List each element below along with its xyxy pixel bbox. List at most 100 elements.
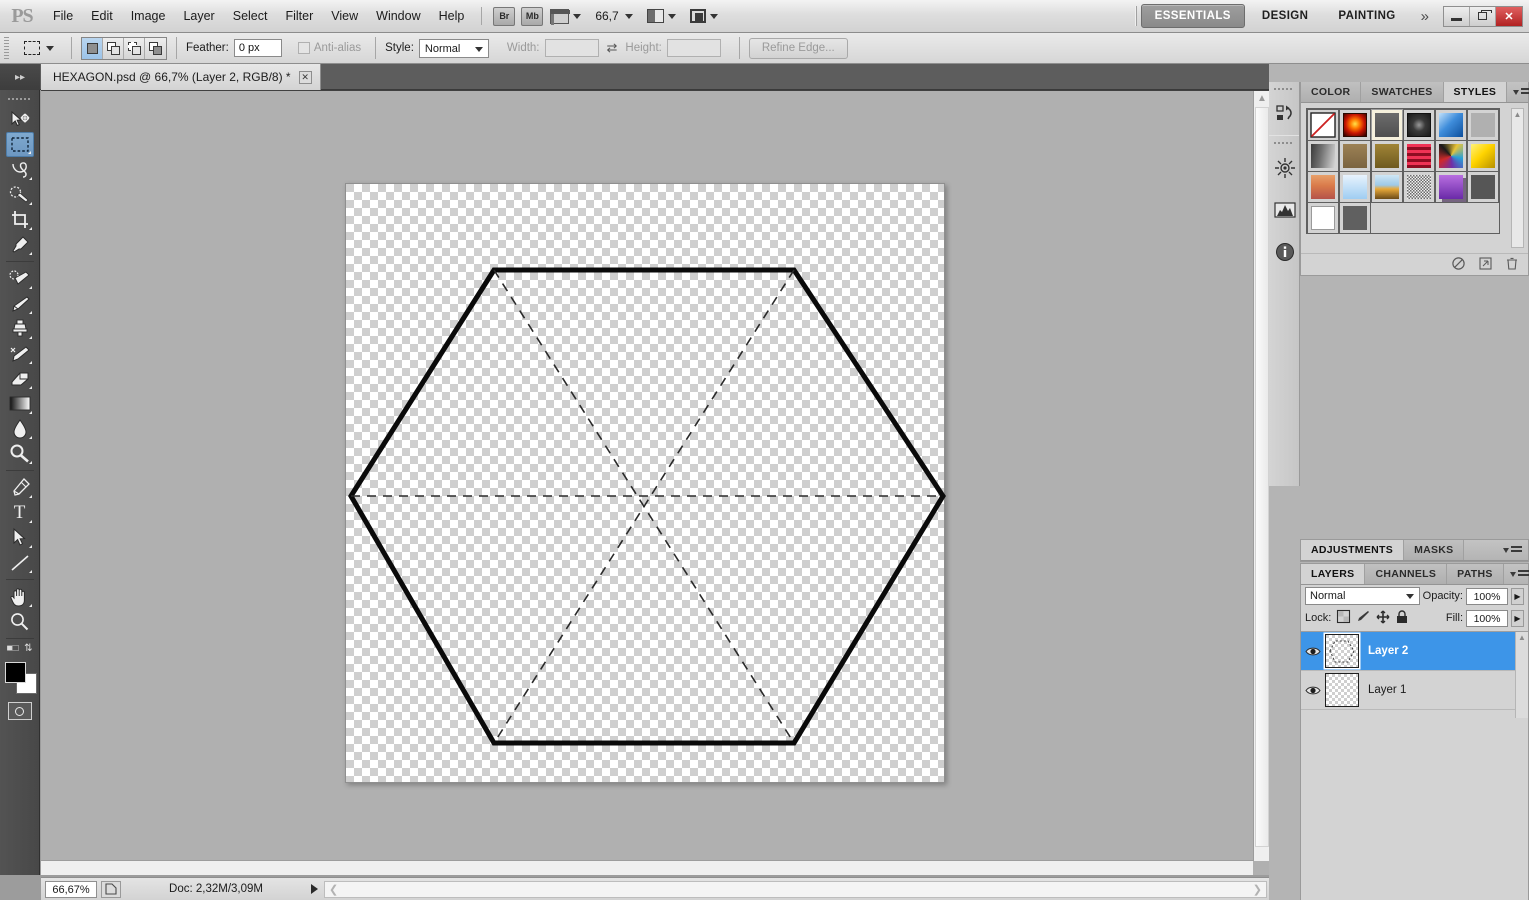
eraser-tool[interactable] <box>6 366 34 391</box>
minimize-button[interactable] <box>1444 7 1470 26</box>
quick-mask-mode-button[interactable] <box>8 702 32 720</box>
opacity-stepper[interactable]: ▶ <box>1511 588 1524 605</box>
document-viewport[interactable] <box>41 91 1253 861</box>
document-tab[interactable]: HEXAGON.psd @ 66,7% (Layer 2, RGB/8) * ✕ <box>41 64 321 90</box>
navigator-icon[interactable] <box>1269 147 1300 189</box>
width-input[interactable] <box>545 39 599 57</box>
scroll-left-icon[interactable]: ❮ <box>329 883 338 896</box>
scroll-up-icon[interactable]: ▲ <box>1516 632 1528 644</box>
layer-row-layer-1[interactable]: Layer 1 <box>1301 671 1528 710</box>
blend-mode-select[interactable]: Normal <box>1305 587 1420 605</box>
pen-tool[interactable] <box>6 475 34 500</box>
lock-transparent-pixels-icon[interactable] <box>1337 610 1350 626</box>
layer-thumbnail[interactable] <box>1325 634 1359 668</box>
menu-layer[interactable]: Layer <box>174 0 223 33</box>
lock-position-icon[interactable] <box>1376 610 1390 627</box>
move-tool[interactable] <box>6 107 34 132</box>
zoom-percentage-field[interactable]: 66,67% <box>45 881 97 898</box>
toolbar-collapse-button[interactable]: ▸▸ <box>0 64 40 90</box>
hand-tool[interactable] <box>6 584 34 609</box>
layer-visibility-toggle[interactable] <box>1301 685 1325 696</box>
lasso-tool[interactable] <box>6 157 34 182</box>
vertical-scroll-thumb[interactable] <box>1255 107 1269 847</box>
canvas-horizontal-scrollbar[interactable] <box>41 860 1253 875</box>
tab-adjustments[interactable]: ADJUSTMENTS <box>1301 540 1404 560</box>
styles-panel-menu-button[interactable] <box>1507 82 1529 102</box>
clone-stamp-tool[interactable] <box>6 316 34 341</box>
document-canvas[interactable] <box>345 183 945 783</box>
dodge-tool[interactable] <box>6 441 34 466</box>
menu-image[interactable]: Image <box>122 0 175 33</box>
style-swatch-purple-block[interactable] <box>1435 171 1467 203</box>
feather-input[interactable] <box>234 39 282 57</box>
menu-edit[interactable]: Edit <box>82 0 122 33</box>
mini-column-grip[interactable] <box>1274 139 1294 147</box>
style-swatch-white-block[interactable] <box>1307 202 1339 234</box>
layers-vertical-scrollbar[interactable]: ▲ <box>1515 632 1528 718</box>
style-swatch-sky-blue[interactable] <box>1339 171 1371 203</box>
height-input[interactable] <box>667 39 721 57</box>
quick-selection-tool[interactable] <box>6 182 34 207</box>
style-swatch-noise-texture[interactable] <box>1403 171 1435 203</box>
tab-paths[interactable]: PATHS <box>1447 564 1504 584</box>
workspace-painting[interactable]: PAINTING <box>1325 5 1408 27</box>
blur-tool[interactable] <box>6 416 34 441</box>
swap-width-height-icon[interactable]: ⇄ <box>607 40 618 56</box>
opacity-value[interactable]: 100% <box>1466 588 1508 605</box>
tab-styles[interactable]: STYLES <box>1444 82 1508 102</box>
canvas-vertical-scrollbar[interactable]: ▲ <box>1253 91 1269 861</box>
style-swatch-dark-gray-block[interactable] <box>1467 171 1499 203</box>
tab-masks[interactable]: MASKS <box>1404 540 1464 560</box>
layer-thumbnail[interactable] <box>1325 673 1359 707</box>
options-bar-grip[interactable] <box>4 37 9 59</box>
new-style-icon[interactable] <box>1479 257 1492 273</box>
style-swatch-sunspots[interactable] <box>1339 109 1371 141</box>
rectangular-marquee-tool[interactable] <box>6 132 34 157</box>
foreground-color-swatch[interactable] <box>5 662 26 683</box>
spot-healing-brush-tool[interactable] <box>6 266 34 291</box>
menu-file[interactable]: File <box>44 0 82 33</box>
clear-style-icon[interactable] <box>1452 257 1465 273</box>
style-swatch-dark-rim[interactable] <box>1403 109 1435 141</box>
subtract-from-selection-button[interactable] <box>124 38 145 59</box>
current-tool-preset[interactable] <box>16 41 62 55</box>
style-swatch-none[interactable] <box>1307 109 1339 141</box>
history-brush-tool[interactable] <box>6 341 34 366</box>
status-horizontal-scrollbar[interactable]: ❮ ❯ <box>324 881 1267 898</box>
zoom-level-chevron-down-icon[interactable] <box>625 14 633 19</box>
scroll-right-icon[interactable]: ❯ <box>1253 883 1262 896</box>
brush-tool[interactable] <box>6 291 34 316</box>
menu-help[interactable]: Help <box>430 0 474 33</box>
lock-all-icon[interactable] <box>1396 610 1408 627</box>
intersect-with-selection-button[interactable] <box>145 38 166 59</box>
path-selection-tool[interactable] <box>6 525 34 550</box>
new-selection-button[interactable] <box>82 38 103 59</box>
histogram-icon[interactable] <box>1269 189 1300 231</box>
add-to-selection-button[interactable] <box>103 38 124 59</box>
view-extras-button[interactable] <box>550 9 581 24</box>
layer-name[interactable]: Layer 2 <box>1368 645 1408 657</box>
style-swatch-gray-flat[interactable] <box>1467 109 1499 141</box>
style-swatch-basic-drop-shadow[interactable] <box>1371 109 1403 141</box>
preview-icon[interactable] <box>101 881 121 898</box>
swap-colors-icon[interactable]: ⇅ <box>24 643 32 654</box>
scroll-up-icon[interactable]: ▲ <box>1254 91 1270 106</box>
style-swatch-gray-block[interactable] <box>1339 202 1371 234</box>
style-swatch-rainbow-abstract[interactable] <box>1435 140 1467 172</box>
style-swatch-gray-gradient[interactable] <box>1307 140 1339 172</box>
layer-name[interactable]: Layer 1 <box>1368 684 1406 696</box>
delete-style-icon[interactable] <box>1506 257 1518 273</box>
history-icon[interactable] <box>1269 93 1300 135</box>
horizontal-type-tool[interactable]: T <box>6 500 34 525</box>
tab-swatches[interactable]: SWATCHES <box>1361 82 1443 102</box>
tab-layers[interactable]: LAYERS <box>1301 564 1365 584</box>
menu-window[interactable]: Window <box>367 0 429 33</box>
workspace-essentials[interactable]: ESSENTIALS <box>1141 4 1245 28</box>
style-swatch-blue-glass[interactable] <box>1435 109 1467 141</box>
refine-edge-button[interactable]: Refine Edge... <box>749 38 848 59</box>
crop-tool[interactable] <box>6 207 34 232</box>
layers-panel-menu-button[interactable] <box>1504 564 1529 584</box>
zoom-tool[interactable] <box>6 609 34 634</box>
style-swatch-red-stripes[interactable] <box>1403 140 1435 172</box>
arrange-documents-button[interactable] <box>647 9 676 23</box>
